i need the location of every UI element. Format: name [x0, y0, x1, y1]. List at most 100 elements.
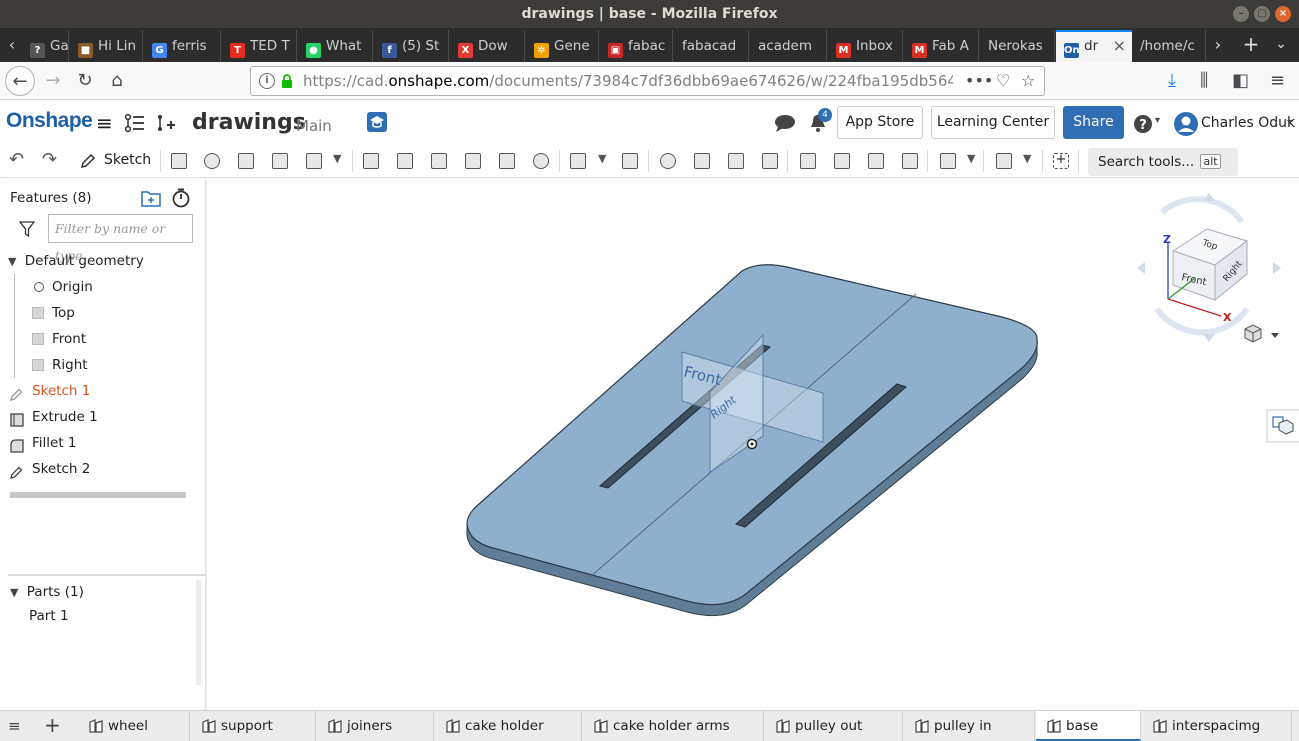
filter-funnel-icon[interactable]	[19, 221, 35, 237]
element-tab-cake-holder[interactable]: cake holder	[435, 711, 582, 741]
user-name[interactable]: Charles Oduk	[1201, 115, 1295, 131]
transform-icon[interactable]	[725, 150, 747, 172]
move-face-icon[interactable]	[865, 150, 887, 172]
view-cube[interactable]: Top Front Right Z X	[1137, 193, 1281, 342]
new-tab-icon[interactable]: +	[1238, 28, 1264, 62]
undo-icon[interactable]: ↶	[9, 149, 24, 170]
plane-item-front[interactable]: Front	[32, 326, 86, 352]
app-store-button[interactable]: App Store	[837, 106, 923, 139]
minimize-button[interactable]: –	[1233, 6, 1249, 22]
rotate-down-arrow-icon[interactable]	[1203, 334, 1215, 342]
plane-item-right[interactable]: Right	[32, 352, 88, 378]
view-rotate-ring-lower[interactable]	[1154, 307, 1250, 336]
parts-folder[interactable]: ▼ Parts (1)	[10, 579, 84, 605]
boolean-icon[interactable]	[657, 150, 679, 172]
share-button[interactable]: Share	[1063, 106, 1124, 139]
browser-tab[interactable]: /home/c	[1132, 30, 1206, 62]
sketch-button[interactable]: Sketch	[78, 148, 152, 174]
element-tab-base[interactable]: base	[1036, 711, 1141, 741]
hole-icon[interactable]	[530, 150, 552, 172]
scroll-tabs-left-icon[interactable]: ‹	[2, 28, 22, 62]
plane-icon[interactable]	[937, 150, 959, 172]
browser-tab[interactable]: ✲ Gene	[526, 30, 599, 62]
shell-icon[interactable]	[496, 150, 518, 172]
feature-item-sketch-1[interactable]: Sketch 1	[8, 378, 90, 404]
user-menu-chevron-down-icon[interactable]: ▾	[1287, 117, 1292, 128]
tab-manager-icon[interactable]: ≡	[8, 717, 21, 735]
thicken-icon[interactable]	[303, 150, 325, 172]
sidebar-icon[interactable]: ◧	[1232, 71, 1249, 91]
feature-list-scrollbar[interactable]	[10, 492, 186, 498]
browser-tab[interactable]: ? Galle	[22, 30, 69, 62]
view-options-chevron-down-icon[interactable]	[1271, 333, 1279, 338]
browser-tab[interactable]: Nerokas	[980, 30, 1055, 62]
element-tab-wheel[interactable]: wheel	[78, 711, 190, 741]
rollback-timer-icon[interactable]	[172, 188, 190, 208]
home-button[interactable]: ⌂	[102, 66, 132, 96]
graphics-viewport[interactable]: Front Right Top Front Right Z X	[207, 179, 1299, 710]
tab-list-chevron-icon[interactable]: ⌄	[1270, 28, 1292, 62]
page-actions-icon[interactable]: •••	[965, 67, 993, 95]
forward-button[interactable]: →	[38, 66, 68, 96]
bookmark-star-icon[interactable]: ☆	[1021, 67, 1035, 95]
browser-tab[interactable]: f (5) St	[374, 30, 449, 62]
parts-divider[interactable]	[8, 574, 206, 576]
element-tab-pulley-in[interactable]: pulley in	[904, 711, 1035, 741]
element-tab-interspacimg[interactable]: interspacimg	[1142, 711, 1292, 741]
user-avatar[interactable]	[1173, 111, 1199, 137]
onshape-logo[interactable]: Onshape	[6, 109, 93, 133]
learning-center-button[interactable]: Learning Center	[931, 106, 1055, 139]
part-item[interactable]: Part 1	[29, 603, 69, 629]
library-icon[interactable]: ⫼	[1200, 71, 1208, 91]
new-variable-icon[interactable]: +	[1050, 150, 1072, 172]
draft-icon[interactable]	[428, 150, 450, 172]
mate-connector-icon[interactable]	[993, 150, 1015, 172]
help-icon[interactable]: ?	[1133, 114, 1153, 134]
origin-item[interactable]: Origin	[32, 274, 93, 300]
document-name[interactable]: drawings	[192, 110, 306, 135]
feature-item-extrude-1[interactable]: Extrude 1	[8, 404, 98, 430]
element-tab-joiners[interactable]: joiners	[317, 711, 434, 741]
browser-tab[interactable]: ■ Hi Lin	[70, 30, 143, 62]
replace-face-icon[interactable]	[899, 150, 921, 172]
close-tab-icon[interactable]: ×	[1113, 30, 1126, 62]
browser-tab[interactable]: ● What	[298, 30, 373, 62]
site-info-icon[interactable]: i	[259, 73, 275, 89]
thicken-chevron-down-icon[interactable]: ▼	[333, 152, 341, 165]
split-icon[interactable]	[691, 150, 713, 172]
linear-pattern-icon[interactable]	[567, 150, 589, 172]
browser-tab[interactable]: T TED T	[222, 30, 297, 62]
version-graph-icon[interactable]	[155, 113, 177, 133]
menu-icon[interactable]: ≡	[1270, 71, 1285, 91]
parts-scrollbar[interactable]	[196, 580, 201, 685]
browser-tab[interactable]: On dr ×	[1056, 30, 1132, 62]
view-options-cube-icon[interactable]	[1244, 324, 1262, 343]
model-canvas[interactable]: Front Right Top Front Right Z X	[207, 179, 1299, 710]
chamfer-icon[interactable]	[394, 150, 416, 172]
url-bar[interactable]: i https://cad.onshape.com/documents/7398…	[250, 66, 1045, 96]
loft-icon[interactable]	[269, 150, 291, 172]
browser-tab[interactable]: fabacad	[674, 30, 749, 62]
rotate-left-arrow-icon[interactable]	[1137, 262, 1145, 274]
element-tab-pulley-out[interactable]: pulley out	[765, 711, 903, 741]
feature-filter-input[interactable]: Filter by name or type	[48, 214, 193, 263]
browser-tab[interactable]: X Dow	[450, 30, 525, 62]
default-geometry-folder[interactable]: ▼ Default geometry	[8, 248, 144, 274]
search-tools-input[interactable]: Search tools... alt C	[1088, 148, 1238, 197]
pattern-chevron-down-icon[interactable]: ▼	[598, 152, 606, 165]
workspace-name[interactable]: Main	[296, 117, 332, 135]
element-tab-cake-holder-arms[interactable]: cake holder arms	[583, 711, 764, 741]
fillet-icon[interactable]	[360, 150, 382, 172]
maximize-button[interactable]: □	[1254, 6, 1270, 22]
help-chevron-down-icon[interactable]: ▾	[1155, 115, 1160, 126]
plane-item-top[interactable]: Top	[32, 300, 75, 326]
browser-tab[interactable]: Gferris	[144, 30, 221, 62]
mate-chevron-down-icon[interactable]: ▼	[1023, 152, 1031, 165]
learning-badge-icon[interactable]	[367, 112, 387, 132]
redo-icon[interactable]: ↷	[42, 149, 57, 170]
browser-tab[interactable]: M Fab A	[904, 30, 979, 62]
reload-button[interactable]: ↻	[70, 66, 100, 96]
downloads-icon[interactable]: ⤓	[1168, 71, 1176, 91]
browser-tab[interactable]: ▣ fabac	[600, 30, 673, 62]
modify-fillet-icon[interactable]	[797, 150, 819, 172]
